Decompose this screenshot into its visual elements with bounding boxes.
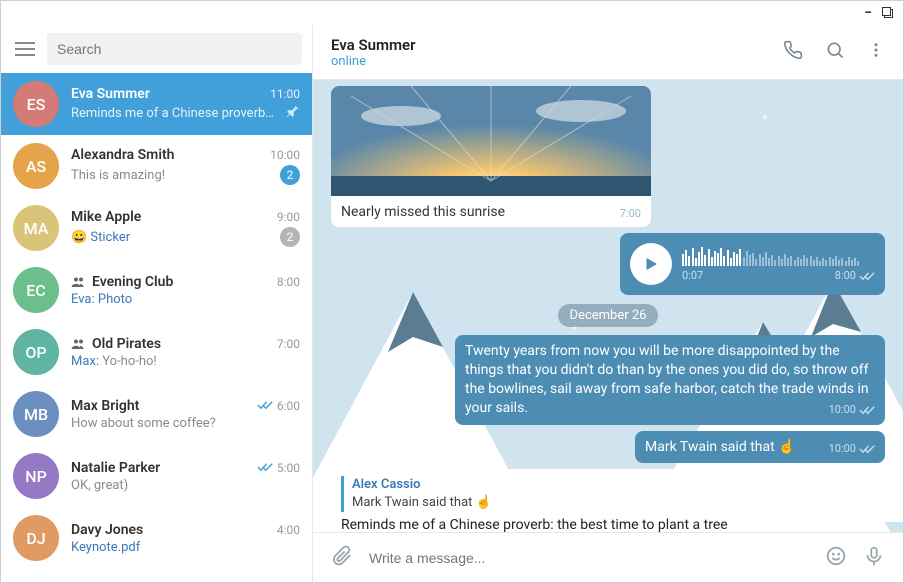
chat-preview: Eva: Photo bbox=[71, 292, 300, 307]
photo-caption: Nearly missed this sunrise bbox=[341, 204, 505, 220]
chat-time: 10:00 bbox=[270, 148, 300, 162]
chat-name: Evening Club bbox=[92, 274, 173, 290]
chat-list-item[interactable]: ES Eva Summer 11:00 Reminds me of a Chinese… bbox=[1, 73, 312, 135]
chat-status: online bbox=[331, 54, 783, 69]
chat-list-item[interactable]: EC Evening Club 8:00 Eva: Photo bbox=[1, 259, 312, 321]
chat-name: Alexandra Smith bbox=[71, 147, 174, 163]
message-input[interactable] bbox=[369, 550, 809, 566]
avatar: NP bbox=[13, 453, 59, 499]
message-out[interactable]: Twenty years from now you will be more d… bbox=[455, 335, 885, 425]
chat-preview: Reminds me of a Chinese proverb… bbox=[71, 106, 286, 121]
chat-name: Mike Apple bbox=[71, 209, 141, 225]
chat-list-item[interactable]: NP Natalie Parker 5:00 OK, great) bbox=[1, 445, 312, 507]
attach-button[interactable] bbox=[331, 545, 353, 571]
chat-preview: How about some coffee? bbox=[71, 416, 300, 431]
chat-time: 5:00 bbox=[257, 461, 300, 475]
unread-badge: 2 bbox=[280, 165, 300, 185]
chat-preview: This is amazing! bbox=[71, 168, 280, 183]
chat-name: Old Pirates bbox=[92, 336, 161, 352]
chat-name: Davy Jones bbox=[71, 522, 143, 538]
avatar: AS bbox=[13, 143, 59, 189]
voice-waveform[interactable] bbox=[682, 246, 875, 266]
conversation-pane: Eva Summer online bbox=[313, 25, 903, 582]
reply-preview[interactable]: Alex Cassio Mark Twain said that ☝️ bbox=[341, 476, 741, 511]
message-compose bbox=[313, 532, 903, 582]
message-out[interactable]: Mark Twain said that ☝️ 10:00 bbox=[635, 431, 885, 464]
message-photo[interactable]: Nearly missed this sunrise 7:00 bbox=[331, 86, 761, 227]
call-button[interactable] bbox=[783, 40, 803, 64]
chat-name: Max Bright bbox=[71, 398, 139, 414]
avatar: MA bbox=[13, 205, 59, 251]
chat-name: Natalie Parker bbox=[71, 460, 160, 476]
group-icon bbox=[71, 336, 86, 352]
minimize-button[interactable]: − bbox=[864, 5, 872, 21]
avatar: MB bbox=[13, 391, 59, 437]
chat-time: 4:00 bbox=[277, 523, 300, 537]
chat-list-item[interactable]: MB Max Bright 6:00 How about some coffee? bbox=[1, 383, 312, 445]
unread-badge: 2 bbox=[280, 227, 300, 247]
message-time: 7:00 bbox=[620, 207, 641, 220]
menu-button[interactable] bbox=[15, 42, 35, 56]
chat-title: Eva Summer bbox=[331, 36, 783, 54]
chat-list-item[interactable]: AS Alexandra Smith 10:00 This is amazing!2 bbox=[1, 135, 312, 197]
search-in-chat-button[interactable] bbox=[825, 40, 845, 64]
avatar: ES bbox=[13, 81, 59, 127]
voice-record-button[interactable] bbox=[863, 545, 885, 571]
chat-preview: Max: Yo-ho-ho! bbox=[71, 354, 300, 369]
chat-preview: 😀 Sticker bbox=[71, 230, 280, 245]
chat-preview: Keynote.pdf bbox=[71, 540, 300, 555]
pin-icon bbox=[286, 104, 300, 122]
chat-time: 11:00 bbox=[270, 87, 300, 101]
chat-list-item[interactable]: OP Old Pirates 7:00 Max: Yo-ho-ho! bbox=[1, 321, 312, 383]
chat-time: 9:00 bbox=[277, 210, 300, 224]
message-time: 10:00 bbox=[829, 442, 875, 457]
more-button[interactable] bbox=[867, 41, 885, 63]
avatar: EC bbox=[13, 267, 59, 313]
group-icon bbox=[71, 274, 86, 290]
chat-list-pane: ES Eva Summer 11:00 Reminds me of a Chinese… bbox=[1, 25, 313, 582]
message-time: 10:00 bbox=[829, 403, 875, 418]
maximize-button[interactable] bbox=[884, 9, 893, 18]
chat-time: 7:00 bbox=[277, 337, 300, 351]
message-voice[interactable]: 0:07 8:00 bbox=[615, 233, 885, 295]
message-in-reply[interactable]: Alex Cassio Mark Twain said that ☝️ Remi… bbox=[331, 469, 751, 532]
avatar: DJ bbox=[13, 515, 59, 561]
photo-attachment[interactable] bbox=[331, 86, 651, 196]
chat-time: 8:00 bbox=[277, 275, 300, 289]
search-input[interactable] bbox=[57, 41, 292, 57]
message-time: 8:00 bbox=[835, 269, 875, 282]
voice-position: 0:07 bbox=[682, 269, 703, 282]
chat-preview: OK, great) bbox=[71, 478, 300, 493]
chat-name: Eva Summer bbox=[71, 86, 150, 102]
search-field[interactable] bbox=[47, 33, 302, 65]
chat-header: Eva Summer online bbox=[313, 25, 903, 80]
date-divider: December 26 bbox=[331, 307, 885, 323]
chat-time: 6:00 bbox=[257, 399, 300, 413]
chat-list-item[interactable]: MA Mike Apple 9:00 😀 Sticker2 bbox=[1, 197, 312, 259]
chat-list-item[interactable]: DJ Davy Jones 4:00 Keynote.pdf bbox=[1, 507, 312, 569]
emoji-button[interactable] bbox=[825, 545, 847, 571]
avatar: OP bbox=[13, 329, 59, 375]
play-button[interactable] bbox=[630, 243, 672, 285]
